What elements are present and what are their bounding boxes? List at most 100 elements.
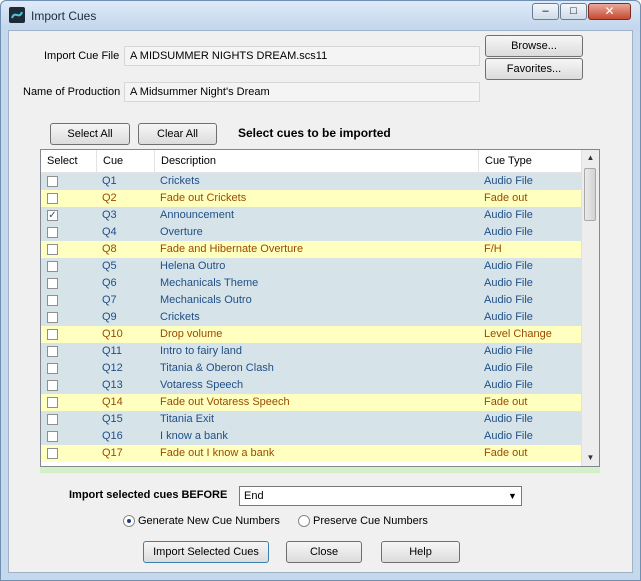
col-description[interactable]: Description [155, 150, 479, 172]
cue-type-cell: Fade out [484, 447, 528, 459]
description-cell: Titania Exit [160, 413, 215, 425]
col-cue-type[interactable]: Cue Type [479, 150, 583, 172]
description-cell: Helena Outro [160, 260, 226, 272]
cue-cell: Q7 [102, 294, 117, 306]
description-cell: Fade out I know a bank [160, 447, 275, 459]
select-checkbox[interactable] [47, 176, 58, 187]
col-select[interactable]: Select [41, 150, 97, 172]
table-row[interactable]: Q13 Votaress Speech Audio File [41, 377, 583, 394]
title-bar[interactable]: Import Cues – □ ✕ [1, 1, 640, 29]
select-checkbox[interactable] [47, 278, 58, 289]
table-row[interactable]: Q4 Overture Audio File [41, 224, 583, 241]
cue-type-cell: Audio File [484, 277, 533, 289]
table-row[interactable]: ✓ Q3 Announcement Audio File [41, 207, 583, 224]
cue-cell: Q10 [102, 328, 123, 340]
favorites-button[interactable]: Favorites... [485, 58, 583, 80]
cue-type-cell: Audio File [484, 362, 533, 374]
table-row[interactable]: Q7 Mechanicals Outro Audio File [41, 292, 583, 309]
cue-cell: Q3 [102, 209, 117, 221]
cue-cell: Q6 [102, 277, 117, 289]
select-checkbox[interactable] [47, 227, 58, 238]
close-window-button[interactable]: ✕ [588, 3, 631, 20]
cue-type-cell: Level Change [484, 328, 552, 340]
select-checkbox[interactable] [47, 414, 58, 425]
table-row[interactable]: Q15 Titania Exit Audio File [41, 411, 583, 428]
preserve-numbers-label[interactable]: Preserve Cue Numbers [313, 515, 428, 527]
close-button[interactable]: Close [286, 541, 362, 563]
description-cell: Overture [160, 226, 203, 238]
description-cell: Fade out Votaress Speech [160, 396, 290, 408]
table-row[interactable]: Q8 Fade and Hibernate Overture F/H [41, 241, 583, 258]
table-row[interactable]: Q14 Fade out Votaress Speech Fade out [41, 394, 583, 411]
description-cell: I know a bank [160, 430, 228, 442]
select-checkbox[interactable] [47, 397, 58, 408]
select-checkbox[interactable] [47, 448, 58, 459]
clear-all-button[interactable]: Clear All [138, 123, 217, 145]
maximize-icon: □ [570, 5, 577, 17]
cue-table[interactable]: Select Cue Description Cue Type Q1 Cricke… [40, 149, 600, 467]
scroll-thumb[interactable] [584, 168, 596, 221]
minimize-button[interactable]: – [532, 3, 559, 20]
table-row[interactable]: Q10 Drop volume Level Change [41, 326, 583, 343]
cue-cell: Q17 [102, 447, 123, 459]
import-before-value: End [244, 490, 264, 502]
description-cell: Mechanicals Theme [160, 277, 259, 289]
select-checkbox[interactable] [47, 244, 58, 255]
cue-cell: Q4 [102, 226, 117, 238]
cue-cell: Q12 [102, 362, 123, 374]
import-before-select[interactable]: End ▼ [239, 486, 522, 506]
cue-type-cell: Fade out [484, 192, 528, 204]
cue-cell: Q14 [102, 396, 123, 408]
import-cue-file-label: Import Cue File [44, 50, 120, 62]
table-row[interactable]: Q11 Intro to fairy land Audio File [41, 343, 583, 360]
scroll-down-icon[interactable]: ▼ [582, 450, 599, 466]
cue-type-cell: Audio File [484, 226, 533, 238]
table-row[interactable]: Q17 Fade out I know a bank Fade out [41, 445, 583, 462]
scroll-up-icon[interactable]: ▲ [582, 150, 599, 166]
cue-type-cell: Audio File [484, 175, 533, 187]
table-status-strip [40, 467, 600, 473]
cue-type-cell: Audio File [484, 311, 533, 323]
select-checkbox[interactable] [47, 431, 58, 442]
maximize-button[interactable]: □ [560, 3, 587, 20]
generate-numbers-label[interactable]: Generate New Cue Numbers [138, 515, 280, 527]
preserve-numbers-radio[interactable] [298, 515, 310, 527]
cue-type-cell: Audio File [484, 260, 533, 272]
select-cues-heading: Select cues to be imported [238, 126, 391, 140]
cue-cell: Q9 [102, 311, 117, 323]
select-checkbox[interactable] [47, 193, 58, 204]
table-row[interactable]: Q1 Crickets Audio File [41, 173, 583, 190]
select-checkbox[interactable] [47, 312, 58, 323]
chevron-down-icon[interactable]: ▼ [504, 487, 521, 505]
browse-button[interactable]: Browse... [485, 35, 583, 57]
help-button[interactable]: Help [381, 541, 460, 563]
minimize-icon: – [542, 5, 549, 17]
col-cue[interactable]: Cue [97, 150, 155, 172]
select-checkbox[interactable] [47, 380, 58, 391]
select-all-button[interactable]: Select All [50, 123, 130, 145]
select-checkbox[interactable]: ✓ [47, 210, 58, 221]
app-logo-icon [9, 7, 25, 23]
generate-numbers-radio[interactable] [123, 515, 135, 527]
description-cell: Intro to fairy land [160, 345, 242, 357]
import-selected-cues-button[interactable]: Import Selected Cues [143, 541, 269, 563]
table-row[interactable]: Q2 Fade out Crickets Fade out [41, 190, 583, 207]
select-checkbox[interactable] [47, 346, 58, 357]
cue-cell: Q2 [102, 192, 117, 204]
radio-selected-dot [127, 519, 131, 523]
table-row[interactable]: Q12 Titania & Oberon Clash Audio File [41, 360, 583, 377]
description-cell: Announcement [160, 209, 234, 221]
window-title: Import Cues [31, 9, 97, 23]
vertical-scrollbar[interactable]: ▲ ▼ [581, 150, 599, 466]
table-row[interactable]: Q6 Mechanicals Theme Audio File [41, 275, 583, 292]
select-checkbox[interactable] [47, 329, 58, 340]
table-row[interactable]: Q16 I know a bank Audio File [41, 428, 583, 445]
table-row[interactable]: Q9 Crickets Audio File [41, 309, 583, 326]
select-checkbox[interactable] [47, 295, 58, 306]
select-checkbox[interactable] [47, 261, 58, 272]
table-row[interactable]: Q5 Helena Outro Audio File [41, 258, 583, 275]
import-cue-file-field: A MIDSUMMER NIGHTS DREAM.scs11 [124, 46, 480, 66]
select-checkbox[interactable] [47, 363, 58, 374]
cue-type-cell: Audio File [484, 294, 533, 306]
description-cell: Titania & Oberon Clash [160, 362, 274, 374]
